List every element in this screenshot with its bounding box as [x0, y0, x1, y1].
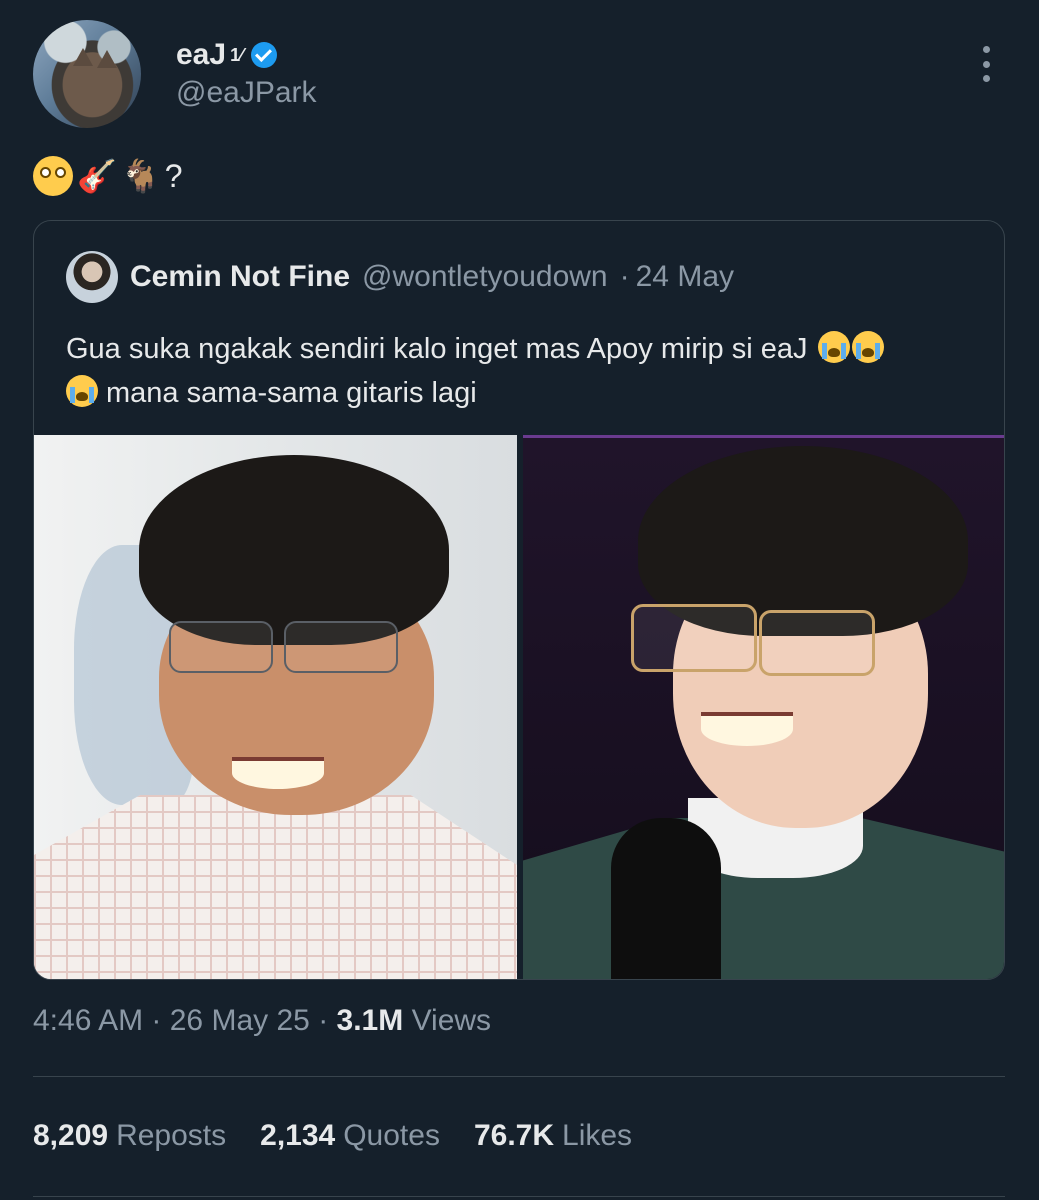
quoted-tweet-card[interactable]: Cemin Not Fine @wontletyoudown · 24 May …: [33, 220, 1005, 980]
views-count[interactable]: 3.1M: [337, 1004, 404, 1037]
author-avatar[interactable]: [33, 20, 141, 128]
photo-shirt: [34, 795, 517, 979]
author-handle[interactable]: @eaJPark: [176, 76, 317, 110]
media-photo-left[interactable]: [34, 435, 517, 979]
goat-emoji-icon: 🐐: [120, 158, 161, 194]
tweet-text: 🎸 🐐 ?: [33, 156, 182, 196]
likes-label: Likes: [562, 1119, 633, 1152]
quoted-text-line1: Gua suka ngakak sendiri kalo inget mas A…: [66, 333, 808, 365]
photo-glasses: [169, 621, 273, 673]
avatar-cat-ear: [97, 50, 117, 68]
loudly-crying-emoji-icon: [817, 331, 850, 363]
guitar-emoji-icon: 🎸: [77, 158, 117, 194]
quotes-count: 2,134: [260, 1119, 336, 1152]
likes-count: 76.7K: [473, 1119, 555, 1152]
quoted-author-handle[interactable]: @wontletyoudown: [362, 260, 608, 294]
tweet-date[interactable]: 26 May 25: [170, 1004, 310, 1037]
photo-mouth: [232, 757, 324, 789]
reposts-label: Reposts: [116, 1119, 227, 1152]
loudly-crying-emoji-icon: [851, 331, 884, 363]
quotes-stat[interactable]: 2,134 Quotes: [260, 1119, 440, 1153]
quotes-label: Quotes: [343, 1119, 440, 1152]
likes-stat[interactable]: 76.7K Likes: [474, 1119, 632, 1153]
author-display-name: eaJ: [176, 38, 227, 71]
quoted-tweet-text: Gua suka ngakak sendiri kalo inget mas A…: [66, 327, 971, 415]
divider: [33, 1196, 1005, 1197]
more-options-icon[interactable]: [976, 46, 996, 82]
photo-glasses: [759, 610, 875, 676]
meta-separator: ·: [318, 1004, 337, 1037]
quoted-text-line2: mana sama-sama gitaris lagi: [106, 377, 477, 409]
tweet-text-suffix: ?: [164, 157, 183, 194]
photo-glasses: [284, 621, 398, 673]
loudly-crying-emoji-icon: [66, 375, 98, 407]
photo-mouth: [701, 712, 793, 746]
photo-microphone: [611, 818, 721, 979]
avatar-cat-ear: [73, 48, 93, 66]
photo-glasses: [631, 604, 757, 672]
author-name-suffix: 1⁄: [230, 44, 244, 65]
media-photo-right[interactable]: [523, 435, 1004, 979]
verified-badge-icon: [251, 42, 278, 68]
engagement-stats: 8,209 Reposts 2,134 Quotes 76.7K Likes: [33, 1119, 632, 1153]
meta-separator: ·: [151, 1004, 170, 1037]
quoted-date[interactable]: 24 May: [636, 260, 734, 294]
tweet-time[interactable]: 4:46 AM: [33, 1004, 143, 1037]
quoted-author-name[interactable]: Cemin Not Fine: [130, 260, 350, 294]
views-label: Views: [411, 1004, 492, 1037]
quoted-author-avatar[interactable]: [66, 251, 118, 303]
photo-hair: [139, 455, 449, 645]
reposts-stat[interactable]: 8,209 Reposts: [33, 1119, 226, 1153]
quoted-separator: ·: [619, 260, 630, 293]
tweet-meta: 4:46 AM · 26 May 25 · 3.1M Views: [33, 1004, 491, 1038]
quoted-media-grid: [34, 435, 1004, 979]
author-name[interactable]: eaJ 1⁄: [176, 38, 278, 72]
flushed-face-emoji-icon: [33, 156, 73, 196]
divider: [33, 1076, 1005, 1077]
quoted-tweet-header: Cemin Not Fine @wontletyoudown · 24 May: [66, 251, 734, 303]
reposts-count: 8,209: [33, 1119, 109, 1152]
